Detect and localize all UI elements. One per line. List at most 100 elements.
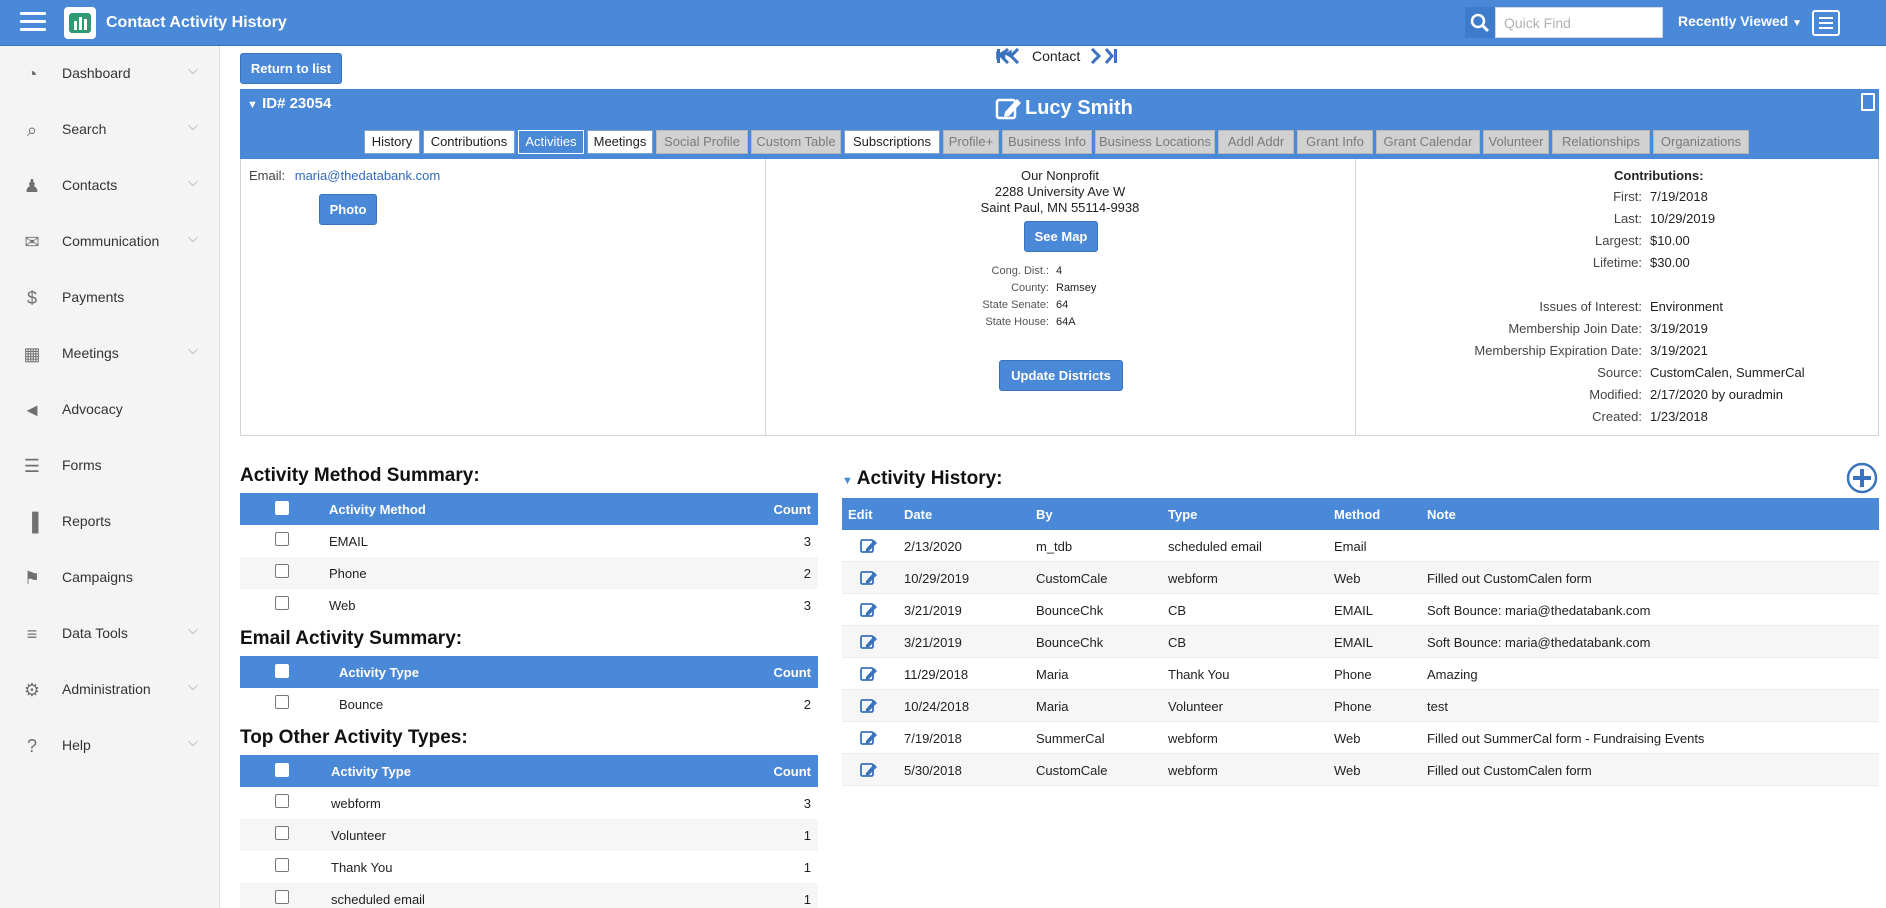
row-checkbox[interactable] — [275, 564, 289, 578]
email-row: Email: maria@thedatabank.com — [249, 168, 440, 183]
sidebar-item-help[interactable]: ? Help ⌵ — [0, 718, 220, 774]
add-activity-icon[interactable] — [1846, 462, 1878, 494]
row-checkbox[interactable] — [275, 826, 289, 840]
question-icon: ? — [26, 736, 37, 756]
form-icon: ☰ — [23, 456, 41, 476]
row-name: webform — [331, 796, 381, 811]
row-checkbox[interactable] — [275, 596, 289, 610]
document-icon[interactable] — [1861, 93, 1875, 111]
edit-icon[interactable] — [860, 538, 878, 554]
edit-icon[interactable] — [860, 602, 878, 618]
edit-icon[interactable] — [860, 762, 878, 778]
history-row: 10/24/2018 Maria Volunteer Phone test — [842, 690, 1879, 722]
edit-icon[interactable] — [860, 730, 878, 746]
edit-icon[interactable] — [860, 698, 878, 714]
envelope-icon: ✉ — [24, 232, 40, 252]
tab-organizations[interactable]: Organizations — [1653, 130, 1749, 154]
search-button[interactable] — [1465, 7, 1495, 38]
history-note: Filled out SummerCal form - Fundraising … — [1427, 731, 1705, 746]
app-logo-icon[interactable] — [64, 7, 96, 39]
sidebar-item-administration[interactable]: ⚙ Administration ⌵ — [0, 662, 220, 718]
info-label: Membership Expiration Date: — [1474, 343, 1642, 358]
table-row: scheduled email 1 — [240, 883, 818, 908]
tab-volunteer[interactable]: Volunteer — [1483, 130, 1549, 154]
edit-icon[interactable] — [860, 634, 878, 650]
list-view-icon[interactable] — [1812, 10, 1840, 36]
select-all-checkbox[interactable] — [275, 763, 289, 777]
next-record-icon[interactable] — [1090, 48, 1102, 64]
table-row: EMAIL 3 — [240, 525, 818, 557]
info-label: Membership Join Date: — [1508, 321, 1642, 336]
tab-meetings[interactable]: Meetings — [587, 130, 653, 154]
contribution-value: $10.00 — [1650, 233, 1690, 248]
edit-icon[interactable] — [860, 570, 878, 586]
sidebar-item-forms[interactable]: ☰ Forms — [0, 438, 220, 494]
row-checkbox[interactable] — [275, 794, 289, 808]
select-all-checkbox[interactable] — [275, 501, 289, 515]
column-header: Activity Type — [331, 764, 411, 779]
chevron-down-icon: ⌵ — [188, 622, 198, 637]
tab-subscriptions[interactable]: Subscriptions — [844, 130, 940, 154]
chevron-down-icon: ⌵ — [188, 678, 198, 693]
first-record-icon[interactable] — [996, 48, 1022, 64]
sidebar-item-dashboard[interactable]: ◔ Dashboard ⌵ — [0, 46, 220, 102]
history-method: Phone — [1334, 699, 1372, 714]
table-row: Volunteer 1 — [240, 819, 818, 851]
tab-addl-addr[interactable]: Addl Addr — [1218, 130, 1294, 154]
chevron-down-icon: ⌵ — [188, 174, 198, 189]
tab-activities[interactable]: Activities — [518, 130, 584, 154]
row-checkbox[interactable] — [275, 532, 289, 546]
tab-history[interactable]: History — [364, 130, 420, 154]
quick-find-input[interactable] — [1495, 7, 1663, 38]
contact-id[interactable]: ▼ ID# 23054 — [247, 95, 331, 112]
row-checkbox[interactable] — [275, 695, 289, 709]
district-value: 4 — [1056, 265, 1063, 277]
edit-icon[interactable] — [860, 666, 878, 682]
recently-viewed-menu[interactable]: Recently Viewed ▼ — [1678, 13, 1802, 29]
history-note: Amazing — [1427, 667, 1478, 682]
select-all-checkbox[interactable] — [275, 664, 289, 678]
tab-contributions[interactable]: Contributions — [423, 130, 515, 154]
top-bar: Contact Activity History Recently Viewed… — [0, 0, 1886, 46]
sidebar-item-meetings[interactable]: ▦ Meetings ⌵ — [0, 326, 220, 382]
return-to-list-button[interactable]: Return to list — [240, 53, 342, 84]
tab-profile-[interactable]: Profile+ — [943, 130, 999, 154]
last-record-icon[interactable] — [1104, 48, 1118, 64]
history-method: EMAIL — [1334, 603, 1374, 618]
tab-grant-info[interactable]: Grant Info — [1297, 130, 1373, 154]
top-other-activity-title: Top Other Activity Types: — [240, 727, 468, 748]
tab-relationships[interactable]: Relationships — [1552, 130, 1650, 154]
sidebar-item-data-tools[interactable]: ≡ Data Tools ⌵ — [0, 606, 220, 662]
photo-button[interactable]: Photo — [319, 194, 377, 225]
sidebar-item-search[interactable]: ⌕ Search ⌵ — [0, 102, 220, 158]
sidebar-item-label: Payments — [62, 289, 125, 305]
activity-history-header[interactable]: ▼ Activity History: — [842, 468, 1002, 490]
sidebar-item-payments[interactable]: $ Payments — [0, 270, 220, 326]
hamburger-menu-icon[interactable] — [20, 12, 46, 32]
row-checkbox[interactable] — [275, 890, 289, 904]
row-count: 3 — [803, 796, 811, 811]
update-districts-button[interactable]: Update Districts — [999, 360, 1123, 391]
sidebar-item-reports[interactable]: ▐ Reports — [0, 494, 220, 550]
tab-custom-table[interactable]: Custom Table — [751, 130, 841, 154]
sidebar-item-label: Communication — [62, 233, 160, 249]
sidebar-item-campaigns[interactable]: ⚑ Campaigns — [0, 550, 220, 606]
tab-social-profile[interactable]: Social Profile — [656, 130, 748, 154]
sidebar-item-communication[interactable]: ✉ Communication ⌵ — [0, 214, 220, 270]
see-map-button[interactable]: See Map — [1024, 221, 1098, 252]
tab-business-locations[interactable]: Business Locations — [1095, 130, 1215, 154]
tab-grant-calendar[interactable]: Grant Calendar — [1376, 130, 1480, 154]
column-divider — [1355, 159, 1356, 435]
history-date: 3/21/2019 — [904, 635, 962, 650]
table-row: Bounce 2 — [240, 688, 818, 720]
tab-business-info[interactable]: Business Info — [1002, 130, 1092, 154]
email-link[interactable]: maria@thedatabank.com — [295, 168, 440, 183]
sidebar-item-contacts[interactable]: ♟ Contacts ⌵ — [0, 158, 220, 214]
column-header: Count — [773, 764, 811, 779]
history-note: Soft Bounce: maria@thedatabank.com — [1427, 603, 1651, 618]
search-icon — [1470, 13, 1490, 33]
sidebar-item-advocacy[interactable]: ◄ Advocacy — [0, 382, 220, 438]
edit-contact-icon[interactable] — [995, 96, 1023, 122]
history-type: webform — [1168, 571, 1218, 586]
row-checkbox[interactable] — [275, 858, 289, 872]
